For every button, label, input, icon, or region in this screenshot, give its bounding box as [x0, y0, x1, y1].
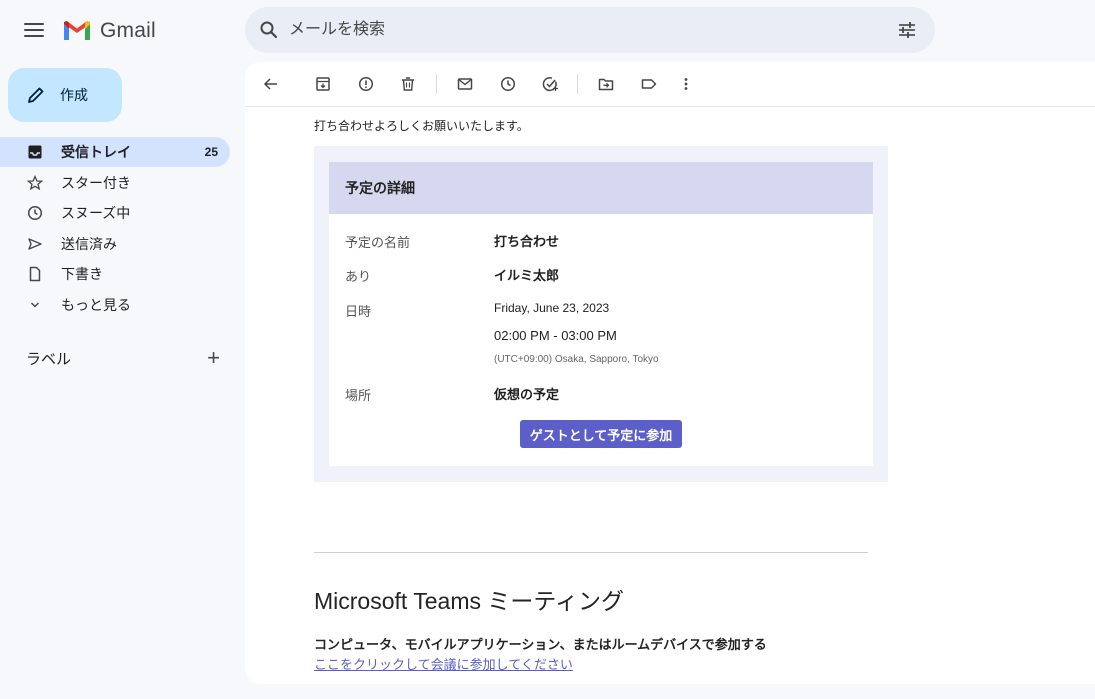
- teams-meeting-title: Microsoft Teams ミーティング: [314, 588, 625, 614]
- message-panel: 打ち合わせよろしくお願いいたします。 予定の詳細 予定の名前 打ち合わせ あり …: [245, 62, 1095, 684]
- sidebar-item-sent[interactable]: 送信済み: [0, 229, 230, 259]
- search-options-icon[interactable]: [897, 20, 917, 40]
- sidebar-item-label: スヌーズ中: [61, 205, 131, 222]
- send-icon: [26, 235, 44, 253]
- section-divider: [314, 552, 868, 553]
- event-name-label: 予定の名前: [345, 235, 411, 250]
- label-icon[interactable]: [639, 74, 659, 94]
- gmail-logo-icon: [64, 21, 90, 40]
- app-name: Gmail: [100, 19, 156, 42]
- organizer-value: イルミ太郎: [494, 268, 560, 283]
- date-value: Friday, June 23, 2023: [494, 301, 610, 315]
- datetime-label: 日時: [345, 304, 372, 319]
- sidebar-item-inbox[interactable]: 受信トレイ 25: [0, 137, 230, 167]
- report-spam-icon[interactable]: [356, 74, 376, 94]
- teams-join-instructions: コンピュータ、モバイルアプリケーション、またはルームデバイスで参加する: [314, 637, 767, 652]
- top-bar: Gmail: [0, 0, 1095, 60]
- sidebar-item-label: もっと見る: [61, 296, 131, 313]
- clock-icon: [26, 204, 44, 222]
- sidebar-item-label: 受信トレイ: [61, 144, 131, 160]
- sidebar-item-label: 下書き: [61, 266, 103, 283]
- compose-button[interactable]: 作成: [8, 68, 122, 122]
- timezone-value: (UTC+09:00) Osaka, Sapporo, Tokyo: [494, 354, 659, 365]
- join-as-guest-button[interactable]: ゲストとして予定に参加: [520, 420, 682, 448]
- sidebar-item-snoozed[interactable]: スヌーズ中: [0, 198, 230, 228]
- sidebar-item-drafts[interactable]: 下書き: [0, 259, 230, 289]
- location-label: 場所: [345, 388, 372, 403]
- unread-count-badge: 25: [204, 145, 218, 159]
- search-bar: [245, 7, 935, 53]
- toolbar-divider: [577, 74, 578, 94]
- location-value: 仮想の予定: [494, 387, 560, 402]
- sidebar-item-label: 送信済み: [61, 235, 117, 252]
- add-task-icon[interactable]: [540, 74, 560, 94]
- pencil-icon: [28, 87, 44, 103]
- event-card: 予定の詳細 予定の名前 打ち合わせ あり イルミ太郎 日時 Friday, Ju…: [314, 146, 888, 482]
- delete-icon[interactable]: [398, 74, 418, 94]
- event-name-value: 打ち合わせ: [494, 234, 560, 249]
- back-arrow-icon[interactable]: [261, 74, 281, 94]
- teams-join-link[interactable]: ここをクリックして会議に参加してください: [314, 654, 573, 673]
- search-input[interactable]: [287, 20, 871, 40]
- gmail-logo[interactable]: Gmail: [62, 17, 156, 45]
- main-menu-icon[interactable]: [24, 20, 44, 40]
- sidebar-nav: 受信トレイ 25 スター付き スヌーズ中 送信済み 下書き もっと見る: [0, 137, 230, 321]
- message-toolbar: [245, 62, 1095, 107]
- toolbar-divider: [436, 74, 437, 94]
- add-label-icon[interactable]: +: [207, 346, 220, 370]
- more-options-icon[interactable]: [676, 74, 696, 94]
- event-card-header: 予定の詳細: [329, 162, 873, 214]
- compose-label: 作成: [60, 87, 88, 103]
- sidebar-item-label: スター付き: [61, 174, 131, 191]
- move-to-icon[interactable]: [596, 74, 616, 94]
- star-icon: [26, 174, 44, 192]
- sidebar-item-more[interactable]: もっと見る: [0, 290, 230, 320]
- chevron-down-icon: [26, 296, 44, 314]
- file-icon: [26, 265, 44, 283]
- email-intro-text: 打ち合わせよろしくお願いいたします。: [314, 119, 529, 133]
- archive-icon[interactable]: [313, 74, 333, 94]
- search-icon[interactable]: [259, 20, 279, 40]
- snooze-icon[interactable]: [498, 74, 518, 94]
- event-card-body: 予定の名前 打ち合わせ あり イルミ太郎 日時 Friday, June 23,…: [329, 214, 873, 466]
- labels-header: ラベル +: [26, 346, 222, 370]
- event-card-title: 予定の詳細: [345, 180, 415, 196]
- organizer-label: あり: [345, 269, 372, 284]
- labels-title: ラベル: [26, 350, 72, 368]
- mark-unread-icon[interactable]: [455, 74, 475, 94]
- time-value: 02:00 PM - 03:00 PM: [494, 328, 617, 343]
- sidebar-item-starred[interactable]: スター付き: [0, 168, 230, 198]
- inbox-icon: [26, 143, 44, 161]
